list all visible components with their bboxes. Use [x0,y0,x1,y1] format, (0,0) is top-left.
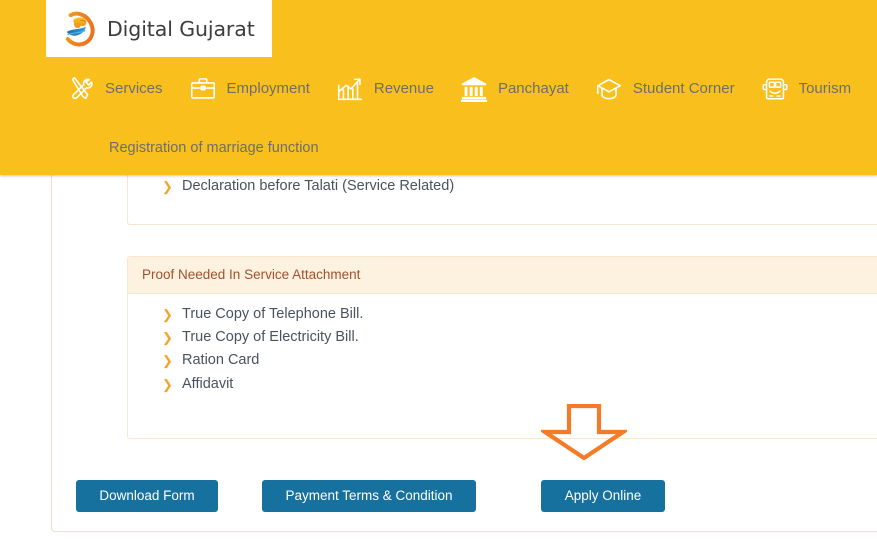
brand-logo[interactable]: Digital Gujarat [46,0,272,57]
download-form-button[interactable]: Download Form [76,480,218,512]
service-details-card: ❯ Declaration before Talati (Service Rel… [51,120,877,532]
government-building-icon [460,77,488,102]
nav-item-revenue[interactable]: Revenue [335,68,434,110]
list-item-label: Ration Card [182,352,260,369]
tools-icon [71,76,93,100]
chevron-right-icon: ❯ [162,376,173,392]
list-item-label: Affidavit [182,375,234,392]
nav-label: Employment [226,80,310,97]
nav-label: Revenue [373,80,434,97]
list-item: ❯ Declaration before Talati (Service Rel… [160,176,877,197]
nav-item-tourism[interactable]: Tourism [760,68,852,110]
nav-item-student-corner[interactable]: Student Corner [594,68,735,110]
nav-item-employment[interactable]: Employment [188,68,310,110]
proof-needed-body: ❯ True Copy of Telephone Bill. ❯ True Co… [128,294,877,409]
nav-label: Student Corner [632,80,735,97]
list-item-label: Declaration before Talati (Service Relat… [182,178,455,194]
graduation-cap-icon [596,78,621,100]
breadcrumb: Registration of marriage function [109,140,319,156]
proof-needed-panel: Proof Needed In Service Attachment ❯ Tru… [127,256,877,439]
chevron-right-icon: ❯ [162,330,173,346]
list-item: ❯ True Copy of Electricity Bill. [160,327,877,348]
briefcase-icon [190,78,215,99]
proof-needed-list: ❯ True Copy of Telephone Bill. ❯ True Co… [142,304,877,395]
list-item-label: True Copy of Telephone Bill. [182,306,364,322]
chevron-right-icon: ❯ [162,307,173,322]
bus-icon [762,78,788,100]
proof-needed-title: Proof Needed In Service Attachment [128,257,877,294]
list-item: ❯ Affidavit [160,374,877,395]
site-header: Digital Gujarat Services Employment Reve… [0,0,877,175]
nav-label: Panchayat [497,80,569,97]
bar-chart-growth-icon [337,78,362,101]
apply-online-button[interactable]: Apply Online [541,480,665,512]
nav-item-panchayat[interactable]: Panchayat [459,68,569,110]
left-gutter [0,175,51,555]
brand-name: Digital Gujarat [107,16,255,41]
main-nav: Services Employment Revenue Panchayat St… [66,68,851,110]
list-item: ❯ Ration Card [160,350,877,371]
nav-label: Tourism [798,80,852,97]
chevron-right-icon: ❯ [162,179,173,194]
list-item-label: True Copy of Electricity Bill. [182,329,359,346]
nav-item-services[interactable]: Services [66,68,163,110]
list-item: ❯ True Copy of Telephone Bill. [160,304,877,325]
payment-terms-button[interactable]: Payment Terms & Condition [262,480,476,512]
digital-gujarat-lion-logo-icon [61,11,95,46]
page-root: ❯ Declaration before Talati (Service Rel… [0,0,877,555]
documents-required-list: ❯ Declaration before Talati (Service Rel… [142,176,877,197]
chevron-right-icon: ❯ [162,353,173,369]
nav-label: Services [105,80,163,97]
